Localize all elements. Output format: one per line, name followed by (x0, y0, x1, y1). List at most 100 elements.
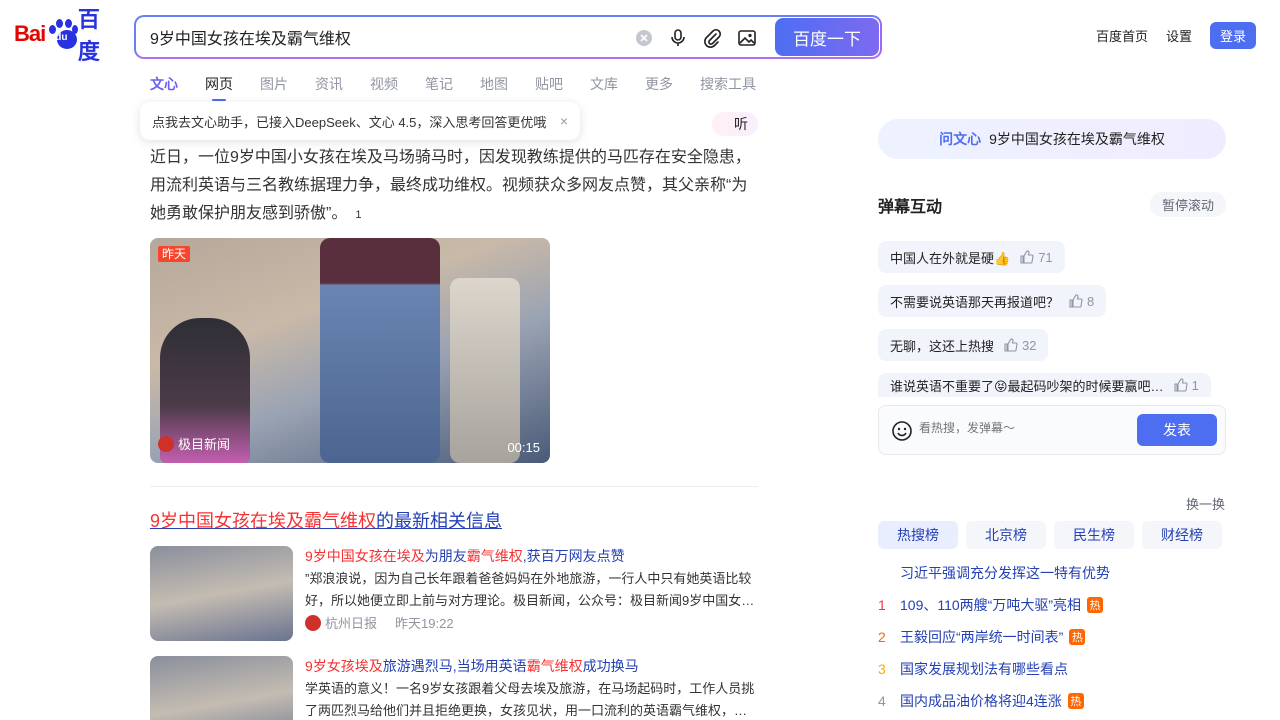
video-duration: 00:15 (507, 440, 540, 455)
news-title-part: 成功换马 (582, 658, 639, 674)
news-thumbnail[interactable] (150, 546, 293, 641)
clear-icon[interactable] (633, 27, 655, 49)
hot-title: 习近平强调充分发挥这一特有优势 (900, 565, 1110, 581)
tab-tieba[interactable]: 贴吧 (535, 74, 563, 94)
news-title-part: 9岁中国女孩在埃及 (305, 548, 425, 564)
like-button[interactable]: 32 (1004, 338, 1036, 353)
news-meta: 杭州日报 昨天19:22 (305, 613, 454, 632)
like-count: 32 (1022, 337, 1037, 353)
tab-beijing[interactable]: 北京榜 (966, 521, 1046, 549)
thumbs-up-icon (1174, 378, 1188, 392)
danmu-bullet: 不需要说英语那天再报道吧？ 8 (878, 285, 1107, 317)
login-button[interactable]: 登录 (1209, 22, 1256, 49)
hot-rank: 2 (878, 629, 886, 645)
refresh-link[interactable]: 换一换 (1186, 494, 1225, 513)
hot-list-item[interactable]: 4 国内成品油价格将迎4连涨 热 (878, 690, 1084, 712)
news-thumbnail[interactable] (150, 656, 293, 720)
bullet-text: 无聊，这还上热搜 (890, 338, 995, 354)
hot-list-item[interactable]: 习近平强调充分发挥这一特有优势 (878, 562, 1110, 584)
news-source: 杭州日报 (325, 616, 378, 631)
news-title[interactable]: 9岁中国女孩在埃及为朋友霸气维权,获百万网友点赞 (305, 546, 625, 566)
tab-notes[interactable]: 笔记 (425, 74, 453, 94)
hot-list-item[interactable]: 3 国家发展规划法有哪些看点 (878, 658, 1068, 680)
tab-map[interactable]: 地图 (480, 74, 508, 94)
logo-text-baidu: 百度 (77, 7, 100, 64)
ask-wenxin-box[interactable]: 问文心 9岁中国女孩在埃及霸气维权 (878, 119, 1226, 159)
pause-scroll-button[interactable]: 暂停滚动 (1149, 192, 1226, 217)
hot-badge: 热 (1067, 693, 1084, 709)
paw-icon: du (47, 19, 79, 49)
tab-wenku[interactable]: 文库 (590, 74, 618, 94)
danmu-input[interactable] (919, 421, 1129, 435)
like-count: 71 (1038, 249, 1053, 265)
news-item[interactable]: 9岁女孩埃及旅游遇烈马,当场用英语霸气维权成功换马 学英语的意义！一名9岁女孩跟… (150, 656, 758, 720)
wenxin-tooltip[interactable]: 点我去文心助手，已接入DeepSeek、文心 4.5，深入思考回答更优哦 × (140, 102, 580, 140)
bullet-text: 不需要说英语那天再报道吧？ (890, 294, 1060, 310)
search-input[interactable] (150, 26, 610, 48)
date-badge: 昨天 (158, 246, 191, 262)
related-news-title[interactable]: 9岁中国女孩在埃及霸气维权的最新相关信息 (150, 507, 502, 533)
video-source: 极目新闻 (158, 434, 230, 453)
tab-video[interactable]: 视频 (370, 74, 398, 94)
divider (150, 486, 758, 487)
hot-title: 王毅回应“两岸统一时间表” (900, 629, 1064, 645)
news-description: 学英语的意义！一名9岁女孩跟着父母去埃及旅游，在马场起码时，工作人员挑了两匹烈马… (305, 681, 755, 718)
wenxin-brand: 问文心 (939, 131, 982, 147)
tab-images[interactable]: 图片 (260, 74, 288, 94)
tab-more[interactable]: 更多 (645, 74, 673, 94)
baidu-home-link[interactable]: 百度首页 (1096, 26, 1148, 45)
video-frame-figure (450, 278, 520, 463)
tab-search-tools[interactable]: 搜索工具 (700, 74, 756, 94)
tab-wenxin[interactable]: 文心 (150, 74, 178, 94)
video-card[interactable]: 昨天 极目新闻 00:15 (150, 238, 550, 463)
wenxin-query: 9岁中国女孩在埃及霸气维权 (989, 131, 1165, 147)
like-button[interactable]: 71 (1020, 249, 1053, 265)
like-count: 1 (1191, 377, 1199, 393)
post-button[interactable]: 发表 (1137, 414, 1217, 446)
baidu-logo[interactable]: Bai du 百度 (14, 7, 118, 64)
logo-text-du: du (55, 32, 68, 43)
close-icon[interactable]: × (560, 113, 568, 129)
danmu-bullet: 中国人在外就是硬👍 71 (878, 241, 1065, 273)
news-title-part: 9岁女孩埃及 (305, 658, 383, 674)
search-button[interactable]: 百度一下 (775, 18, 879, 56)
news-title[interactable]: 9岁女孩埃及旅游遇烈马,当场用英语霸气维权成功换马 (305, 656, 639, 676)
answer-text: 近日，一位9岁中国小女孩在埃及马场骑马时，因发现教练提供的马匹存在安全隐患，用流… (150, 149, 751, 222)
like-button[interactable]: 8 (1069, 294, 1094, 309)
thumbs-up-icon (1020, 250, 1034, 264)
news-title-part: 旅游遇烈马,当场用英语 (382, 658, 527, 674)
hot-rank: 4 (878, 693, 886, 709)
danmu-header: 弹幕互动 暂停滚动 (878, 192, 1226, 217)
tab-news[interactable]: 资讯 (315, 74, 343, 94)
reference-marker[interactable]: 1 (355, 209, 361, 221)
search-box: 百度一下 (134, 15, 882, 59)
like-button[interactable]: 1 (1174, 378, 1199, 393)
video-source-name: 极目新闻 (178, 437, 231, 452)
hot-list-item[interactable]: 1 109、110两艘“万吨大驱”亮相 热 (878, 594, 1104, 616)
source-logo-icon (305, 614, 321, 631)
listen-button[interactable]: 听 (712, 112, 758, 136)
hot-rank: 3 (878, 661, 886, 677)
attachment-icon[interactable] (701, 27, 723, 49)
bullet-text: 中国人在外就是硬👍 (890, 250, 1011, 266)
settings-link[interactable]: 设置 (1166, 26, 1192, 45)
news-title-part: 霸气维权 (466, 548, 523, 564)
listen-label: 听 (734, 116, 748, 132)
hot-tabs: 热搜榜 北京榜 民生榜 财经榜 (878, 521, 1222, 549)
danmu-bullet: 无聊，这还上热搜 32 (878, 329, 1049, 361)
tab-hot-search[interactable]: 热搜榜 (878, 521, 958, 549)
danmu-title: 弹幕互动 (878, 198, 943, 216)
tab-finance[interactable]: 财经榜 (1142, 521, 1222, 549)
hot-badge: 热 (1069, 629, 1086, 645)
tab-webpage[interactable]: 网页 (205, 74, 233, 101)
ai-answer: 近日，一位9岁中国小女孩在埃及马场骑马时，因发现教练提供的马匹存在安全隐患，用流… (150, 144, 758, 229)
news-item[interactable]: 9岁中国女孩在埃及为朋友霸气维权,获百万网友点赞 ”郑浪浪说，因为自己长年跟着爸… (150, 546, 758, 641)
image-search-icon[interactable] (736, 27, 758, 49)
emoji-icon[interactable] (891, 420, 913, 445)
hot-badge: 热 (1087, 597, 1104, 613)
tab-livelihood[interactable]: 民生榜 (1054, 521, 1134, 549)
microphone-icon[interactable] (667, 27, 689, 49)
news-title-part: 为朋友 (424, 548, 467, 564)
hot-list-item[interactable]: 2 王毅回应“两岸统一时间表” 热 (878, 626, 1086, 648)
source-logo-icon (158, 435, 174, 452)
